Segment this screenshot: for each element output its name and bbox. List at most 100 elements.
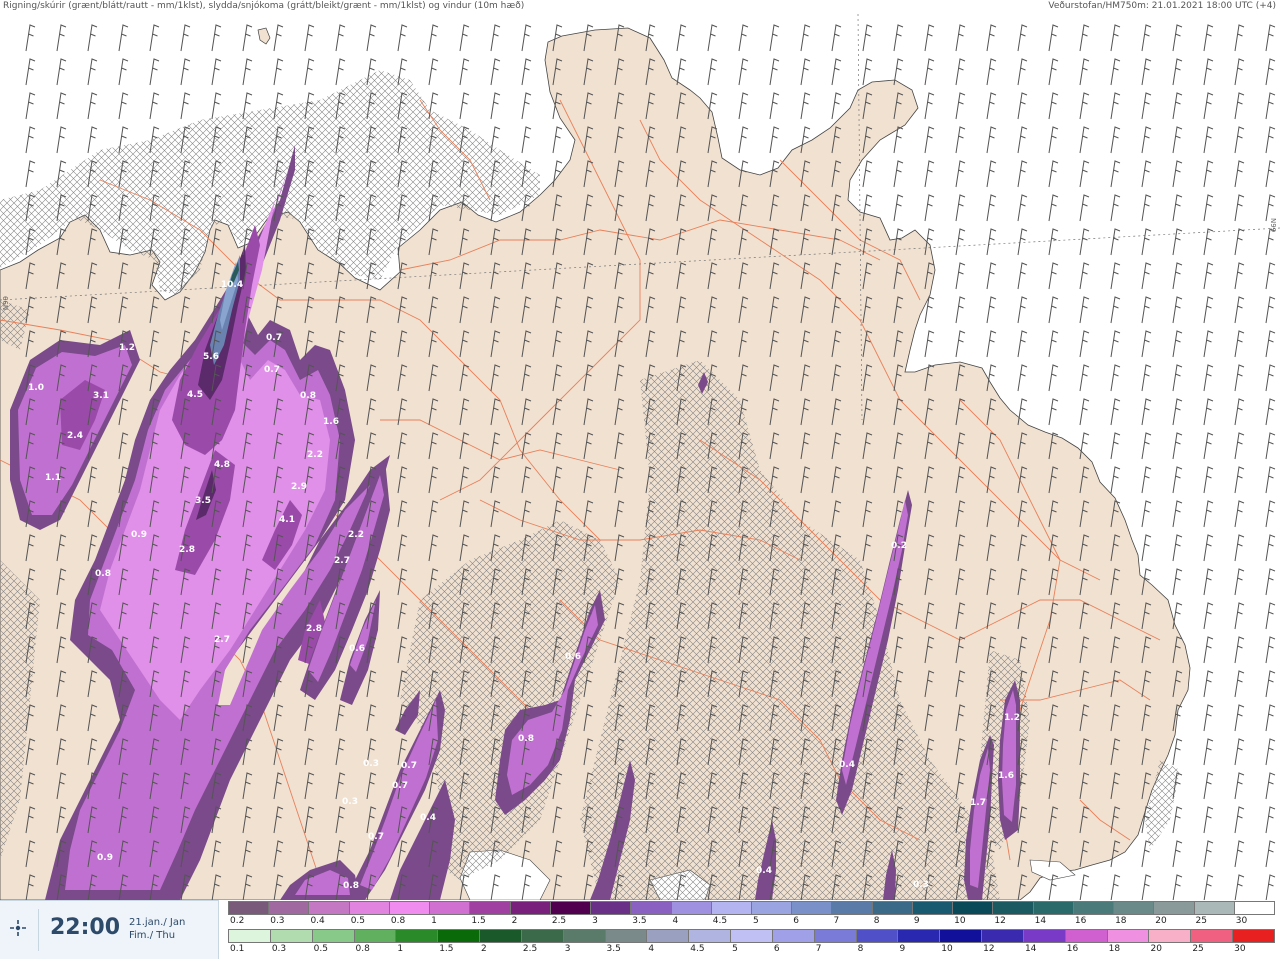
legend-swatch xyxy=(1064,929,1108,943)
precipitation-label: 2.7 xyxy=(214,635,230,645)
precipitation-label: 0.6 xyxy=(565,652,581,662)
legend-swatch xyxy=(1113,901,1155,915)
legend-swatch xyxy=(388,901,431,915)
legend-label: 18 xyxy=(1115,916,1127,926)
precipitation-label: 4.8 xyxy=(214,460,230,470)
graticule-label-right: N99 xyxy=(1269,218,1277,233)
legend-swatch xyxy=(1072,901,1115,915)
legend-swatch xyxy=(348,901,390,915)
map-title: Rigning/skúrir (grænt/blátt/rautt - mm/1… xyxy=(3,1,525,11)
precipitation-label: 0.7 xyxy=(401,761,417,771)
precipitation-label: 2.8 xyxy=(179,545,195,555)
precipitation-label: 0.8 xyxy=(518,734,534,744)
legend-label: 10 xyxy=(941,944,953,954)
legend-label: 12 xyxy=(994,916,1006,926)
precipitation-label: 2.7 xyxy=(334,556,350,566)
legend-swatch xyxy=(604,929,648,943)
legend-label: 8 xyxy=(873,916,880,926)
legend-label: 9 xyxy=(913,916,920,926)
legend-label: 10 xyxy=(954,916,966,926)
legend-swatch xyxy=(549,901,592,915)
legend-swatch xyxy=(590,901,632,915)
legend-label: 0.3 xyxy=(271,944,287,954)
legend-label: 16 xyxy=(1074,916,1087,926)
precipitation-label: 1.6 xyxy=(998,771,1014,781)
time-separator xyxy=(38,909,39,951)
legend-swatch xyxy=(751,901,793,915)
precipitation-label: 0.3 xyxy=(913,880,929,890)
legend-label: 16 xyxy=(1066,944,1079,954)
legend-label: 3.5 xyxy=(632,916,647,926)
legend-swatch xyxy=(730,929,773,943)
precipitation-label: 2.8 xyxy=(306,624,322,634)
legend-label: 4.5 xyxy=(712,916,728,926)
legend-swatch xyxy=(897,929,941,943)
legend-swatch xyxy=(562,929,606,943)
precipitation-label: 0.2 xyxy=(891,541,907,551)
legend-swatch xyxy=(269,929,313,943)
precipitation-label: 3.5 xyxy=(195,496,211,506)
precipitation-label: 1.0 xyxy=(28,383,44,393)
legend-swatch xyxy=(911,901,954,915)
legend-label: 4 xyxy=(672,916,679,926)
legend-label: 5 xyxy=(753,916,759,926)
legend-label: 30 xyxy=(1235,916,1248,926)
precipitation-label: 0.3 xyxy=(363,759,379,769)
legend-label: 25 xyxy=(1192,944,1204,954)
legend-label: 5 xyxy=(732,944,738,954)
precipitation-label: 2.2 xyxy=(307,450,323,460)
legend-swatch xyxy=(992,901,1034,915)
legend-swatch xyxy=(1193,901,1235,915)
legend-swatch xyxy=(1148,929,1192,943)
legend-label: 6 xyxy=(773,944,780,954)
legend-swatch xyxy=(646,929,690,943)
precipitation-label: 5.6 xyxy=(203,352,219,362)
legend-label: 12 xyxy=(983,944,995,954)
legend-swatch xyxy=(855,929,899,943)
legend-swatch xyxy=(228,901,270,915)
legend-swatch xyxy=(311,929,355,943)
precipitation-label: 0.4 xyxy=(420,813,436,823)
precipitation-label: 0.8 xyxy=(300,391,316,401)
legend-swatch xyxy=(791,901,833,915)
legend-swatch xyxy=(831,901,873,915)
legend-swatch xyxy=(952,901,994,915)
precipitation-label: 0.9 xyxy=(97,853,113,863)
precipitation-label: 0.6 xyxy=(349,644,365,654)
precipitation-label: 0.8 xyxy=(343,881,359,891)
legend-label: 1.5 xyxy=(471,916,486,926)
legend-label: 9 xyxy=(899,944,906,954)
precipitation-label: 1.6 xyxy=(323,417,339,427)
legend-label: 0.2 xyxy=(230,916,245,926)
legend-label: 2.5 xyxy=(522,944,538,954)
legend-label: 1 xyxy=(431,916,437,926)
precipitation-label: 2.2 xyxy=(348,530,364,540)
precipitation-label: 0.9 xyxy=(131,530,147,540)
precipitation-label: 1.7 xyxy=(970,798,986,808)
weather-map[interactable]: 10.4 5.6 4.5 4.8 3.5 2.8 0.9 0.8 2.7 1.2 3.1 1.0 2.4… xyxy=(0,14,1280,900)
legend-label: 7 xyxy=(833,916,840,926)
precipitation-label: 0.4 xyxy=(839,760,855,770)
legend-label: 25 xyxy=(1195,916,1207,926)
legend-swatch xyxy=(520,929,564,943)
precipitation-label: 4.5 xyxy=(187,390,203,400)
legend-label: 0.5 xyxy=(350,916,366,926)
time-panel: 22:00 21.jan./ Jan Fim./ Thu xyxy=(0,900,219,959)
forecast-date-line1: 21.jan./ Jan xyxy=(129,917,186,928)
legend-swatch xyxy=(308,901,350,915)
legend-label: 20 xyxy=(1150,944,1162,954)
legend-label: 4.5 xyxy=(690,944,705,954)
precipitation-label: 2.4 xyxy=(67,431,83,441)
legend-swatch xyxy=(228,929,271,943)
precipitation-label: 0.7 xyxy=(392,781,408,791)
legend-swatch xyxy=(813,929,857,943)
precipitation-label: 0.7 xyxy=(266,333,282,343)
legend-swatch xyxy=(630,901,672,915)
legend-swatch xyxy=(437,929,481,943)
legend-swatch xyxy=(939,929,983,943)
precipitation-label: 1.2 xyxy=(119,343,135,353)
map-header: Rigning/skúrir (grænt/blátt/rautt - mm/1… xyxy=(0,0,1280,14)
legend-label: 14 xyxy=(1024,944,1037,954)
color-legend: 0.2 0.3 0.4 0.5 0.8 1 1.5 2 2.5 3 3.5 4 4.5 5 6 7 8 9 10 12… xyxy=(228,900,1280,958)
legend-label: 20 xyxy=(1155,916,1167,926)
